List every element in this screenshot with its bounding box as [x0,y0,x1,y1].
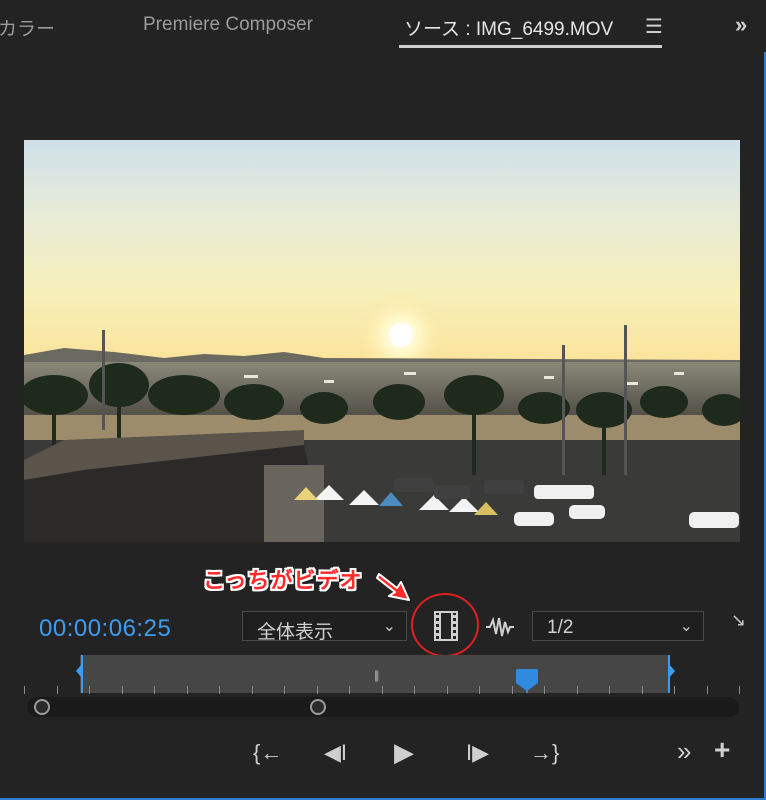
tab-source[interactable]: ソース : IMG_6499.MOV [404,14,613,41]
tab-color[interactable]: カラー [0,14,55,41]
annotation-arrow-icon [376,573,410,601]
ruler-tick [121,686,123,694]
ruler-tick [511,686,513,694]
ruler-tick [89,686,90,694]
zoom-handle-left[interactable] [34,699,50,715]
ruler-tick [414,686,415,694]
ruler-tick [219,686,220,694]
out-point-arrow-icon [669,664,675,678]
ruler-ticks [24,680,740,694]
ruler-tick [24,686,25,694]
step-back-button[interactable]: ◀I [324,740,347,766]
ruler-tick [544,686,545,694]
active-tab-indicator [399,45,662,48]
chevron-down-icon: ⌄ [679,618,693,635]
panel-tab-bar: カラー Premiere Composer ソース : IMG_6499.MOV… [0,0,766,52]
ruler-tick [479,686,480,694]
zoom-level-value: 全体表示 [257,622,334,643]
mark-out-button[interactable]: →} [530,740,559,766]
ruler-tick [251,686,253,694]
video-preview [24,140,740,542]
ruler-tick [739,686,740,694]
mark-in-button[interactable]: {← [253,740,282,766]
ruler-tick [316,686,318,694]
ruler-tick [186,686,188,694]
ruler-tick [674,686,675,694]
zoom-level-select[interactable]: 全体表示 ⌄ [242,611,407,643]
double-chevron-right-icon[interactable]: » [735,12,747,38]
ruler-tick [349,686,350,694]
in-point-arrow-icon [76,664,82,678]
film-strip-icon[interactable] [433,611,459,641]
zoom-scrollbar[interactable] [27,697,739,717]
ruler-tick [641,686,643,694]
wrench-settings-icon[interactable]: ↘ [731,610,746,631]
play-button[interactable]: ▶ [394,737,414,768]
ruler-tick [706,686,708,694]
playhead-tip [516,683,538,691]
more-buttons[interactable]: » [677,736,691,767]
ruler-tick [284,686,285,694]
ruler-tick [154,686,155,694]
zoom-handle-right[interactable] [310,699,326,715]
hamburger-menu-icon[interactable]: ☰ [645,14,663,39]
tab-premiere-composer[interactable]: Premiere Composer [143,14,313,36]
step-forward-button[interactable]: I▶ [466,740,489,766]
playback-resolution-value: 1/2 [547,617,574,638]
ruler-tick [381,686,383,694]
add-button[interactable]: + [714,734,730,766]
ruler-tick [56,686,58,694]
ruler-tick [576,686,578,694]
chevron-down-icon: ⌄ [382,618,396,635]
playback-resolution-select[interactable]: 1/2 ⌄ [532,611,704,641]
audio-waveform-icon[interactable] [485,616,515,638]
playhead-timecode[interactable]: 00:00:06:25 [39,615,171,643]
ruler-tick [609,686,610,694]
annotation-label: こっちがビデオ [203,569,363,594]
center-grip-icon: ||| [374,668,380,682]
playhead-handle[interactable] [516,669,538,683]
ruler-tick [446,686,448,694]
